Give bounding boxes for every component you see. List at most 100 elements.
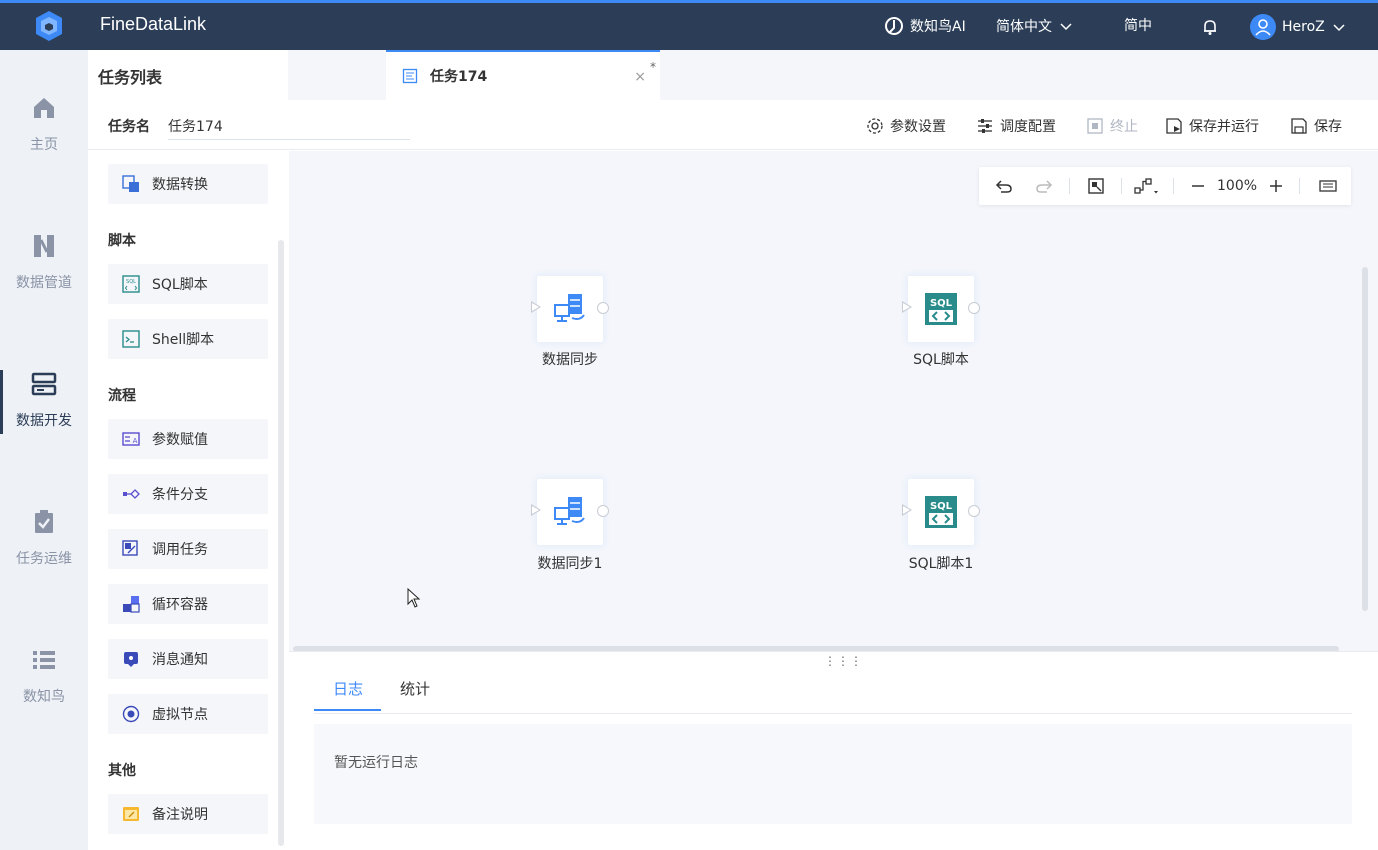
action-label: 终止 <box>1110 119 1138 135</box>
minimap-icon[interactable] <box>1319 177 1337 195</box>
schedule-config-button[interactable]: 调度配置 <box>976 116 1056 136</box>
input-port[interactable] <box>902 504 912 516</box>
component-sql-script[interactable]: SQL SQL脚本 <box>108 264 268 304</box>
output-port[interactable] <box>968 302 980 314</box>
nav-label: 数据管道 <box>16 275 72 291</box>
sql-node-icon: SQL <box>925 496 957 528</box>
panel-title: 任务列表 <box>98 68 163 87</box>
zoom-level: 100% <box>1217 178 1258 194</box>
undo-icon[interactable] <box>995 177 1013 195</box>
log-content: 暂无运行日志 <box>314 724 1352 824</box>
nav-item-home[interactable]: 主页 <box>0 94 88 204</box>
flow-canvas[interactable]: 100% 数据同步 SQL SQL脚本 数据同步1 SQL SQL脚本1 <box>289 151 1378 652</box>
action-label: 保存 <box>1314 119 1342 135</box>
home-icon <box>34 98 54 118</box>
bell-icon[interactable] <box>1200 17 1220 37</box>
output-port[interactable] <box>968 505 980 517</box>
user-menu[interactable]: HeroZ <box>1250 14 1347 40</box>
component-call-task[interactable]: 调用任务 <box>108 529 268 569</box>
data-sync-icon <box>554 294 585 322</box>
component-label: 备注说明 <box>152 807 208 823</box>
ai-label: 数知鸟AI <box>910 19 966 35</box>
nav-label: 主页 <box>30 137 58 153</box>
toolbar-divider <box>1299 178 1300 194</box>
nav-item-task-ops[interactable]: 任务运维 <box>0 508 88 618</box>
layout-icon[interactable] <box>1134 177 1160 195</box>
toolbar-divider <box>1173 178 1174 194</box>
app-title: FineDataLink <box>100 14 207 34</box>
param-settings-button[interactable]: 参数设置 <box>866 116 946 136</box>
tab-statistics[interactable]: 统计 <box>400 678 430 699</box>
redo-icon[interactable] <box>1035 177 1053 195</box>
toolbar-divider <box>1069 178 1070 194</box>
component-message-notify[interactable]: 消息通知 <box>108 639 268 679</box>
component-condition-branch[interactable]: 条件分支 <box>108 474 268 514</box>
input-port[interactable] <box>902 301 912 313</box>
tab-log[interactable]: 日志 <box>333 678 363 699</box>
language-select[interactable]: 简体中文 <box>996 16 1074 36</box>
data-sync-icon <box>554 497 585 525</box>
node-label: 数据同步 <box>542 352 598 368</box>
component-label: Shell脚本 <box>152 332 215 348</box>
zoom-out-icon[interactable] <box>1189 177 1207 195</box>
save-and-run-button[interactable]: 保存并运行 <box>1165 116 1259 136</box>
output-port[interactable] <box>597 505 609 517</box>
active-tab-indicator <box>314 709 381 711</box>
zoom-in-icon[interactable] <box>1267 177 1285 195</box>
component-shell-script[interactable]: Shell脚本 <box>108 319 268 359</box>
svg-text:SQL: SQL <box>126 279 136 285</box>
input-port[interactable] <box>531 504 541 516</box>
flow-node-data-sync-1[interactable] <box>531 479 609 545</box>
component-label: 数据转换 <box>152 177 208 193</box>
nav-item-dev[interactable]: 数据开发 <box>0 370 88 480</box>
task-ops-icon <box>35 510 53 533</box>
canvas-vertical-scrollbar[interactable] <box>1362 267 1368 611</box>
node-label: 数据同步1 <box>537 556 603 572</box>
save-button[interactable]: 保存 <box>1290 116 1342 136</box>
tab-divider <box>314 713 1352 714</box>
component-loop-container[interactable]: 循环容器 <box>108 584 268 624</box>
sql-script-icon: SQL <box>122 275 140 293</box>
component-label: 虚拟节点 <box>152 707 208 723</box>
log-panel: ⋮⋮⋮ 日志 统计 暂无运行日志 <box>289 651 1378 850</box>
loop-container-icon <box>123 596 140 613</box>
input-port[interactable] <box>531 301 541 313</box>
resize-handle[interactable]: ⋮⋮⋮ <box>824 654 863 668</box>
panel-scrollbar[interactable] <box>278 240 284 846</box>
cube-logo-icon[interactable] <box>32 9 66 43</box>
flow-node-data-sync[interactable] <box>531 276 609 342</box>
ai-assistant-button[interactable]: 数知鸟AI <box>884 16 966 36</box>
task-header: 任务名 任务174 参数设置 调度配置 终止 保存并运行 保存 <box>88 100 1378 150</box>
dev-icon <box>31 372 57 396</box>
component-param-assign[interactable]: A 参数赋值 <box>108 419 268 459</box>
task-doc-icon <box>402 68 418 84</box>
flow-node-sql-script-1[interactable]: SQL <box>902 479 980 545</box>
flow-node-sql-script[interactable]: SQL <box>902 276 980 342</box>
tab-label: 任务174 <box>430 69 488 85</box>
group-label-other: 其他 <box>108 763 136 779</box>
task-name-label: 任务名 <box>108 119 150 135</box>
user-avatar-icon <box>1250 14 1276 40</box>
task-name-input[interactable]: 任务174 <box>168 116 410 140</box>
node-label: SQL脚本1 <box>908 556 974 572</box>
locale-toggle[interactable]: 简中 <box>1124 15 1152 35</box>
list-icon <box>33 651 55 669</box>
component-virtual-node[interactable]: 虚拟节点 <box>108 694 268 734</box>
close-icon[interactable]: × <box>634 69 646 85</box>
tab-task174[interactable]: 任务174 × * <box>386 50 660 100</box>
action-label: 保存并运行 <box>1189 119 1259 135</box>
save-icon <box>1291 118 1307 134</box>
component-label: 条件分支 <box>152 487 208 503</box>
svg-text:SQL: SQL <box>930 501 953 512</box>
component-label: 参数赋值 <box>152 432 208 448</box>
nav-item-pipeline[interactable]: 数据管道 <box>0 232 88 342</box>
ai-bird-icon <box>885 17 903 35</box>
stop-button[interactable]: 终止 <box>1086 116 1138 136</box>
nav-item-shuzhiniao[interactable]: 数知鸟 <box>0 646 88 756</box>
left-nav: 主页 数据管道 数据开发 任务运维 数知鸟 <box>0 50 88 850</box>
component-data-transform[interactable]: 数据转换 <box>108 164 268 204</box>
sql-node-icon: SQL <box>925 293 957 325</box>
fit-view-icon[interactable] <box>1087 177 1105 195</box>
output-port[interactable] <box>597 302 609 314</box>
component-note[interactable]: 备注说明 <box>108 794 268 834</box>
